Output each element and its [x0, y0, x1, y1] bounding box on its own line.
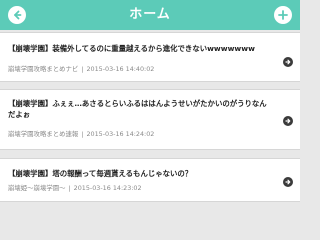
chevron-right-icon[interactable]: [283, 57, 293, 67]
arrow-left-icon: [14, 10, 22, 20]
page-title: ホーム: [129, 7, 171, 22]
article-source: 崩壊姫～崩壊学園～: [8, 184, 66, 192]
article-source: 崩壊学園攻略まとめナビ: [8, 65, 79, 73]
article-meta: 崩壊学園攻略まとめ速報 | 2015-03-16 14:24:02: [8, 130, 268, 138]
article-meta: 崩壊学園攻略まとめナビ | 2015-03-16 14:40:02: [8, 65, 268, 73]
plus-icon: [278, 10, 288, 20]
article-date: 2015-03-16 14:40:02: [86, 65, 155, 73]
article-date: 2015-03-16 14:24:02: [86, 130, 155, 138]
meta-separator: |: [81, 130, 84, 138]
article-title: 【崩壊学園】ふぇぇ…あさるとらいふるははんようせいがたかいのがうりなんだよぉ: [8, 99, 267, 119]
list-item[interactable]: 【崩壊学園】塔の報酬って毎週貰えるもんじゃないの？ 崩壊姫～崩壊学園～ | 2015…: [0, 158, 300, 202]
back-button[interactable]: [8, 6, 26, 24]
meta-separator: |: [81, 65, 84, 73]
navigation-bar: ホーム: [0, 0, 300, 30]
chevron-right-icon[interactable]: [283, 116, 293, 126]
article-date: 2015-03-16 14:23:02: [73, 184, 142, 192]
article-source: 崩壊学園攻略まとめ速報: [8, 130, 79, 138]
article-meta: 崩壊姫～崩壊学園～ | 2015-03-16 14:23:02: [8, 184, 268, 192]
article-title: 【崩壊学園】装備外してるのに重量越えるから進化できないwwwwwww: [8, 44, 255, 53]
meta-separator: |: [68, 184, 71, 192]
add-button[interactable]: [274, 6, 292, 24]
list-item[interactable]: 【崩壊学園】装備外してるのに重量越えるから進化できないwwwwwww 崩壊学園攻…: [0, 32, 300, 82]
chevron-right-icon[interactable]: [283, 177, 293, 187]
article-title: 【崩壊学園】塔の報酬って毎週貰えるもんじゃないの？: [8, 169, 193, 178]
list-item[interactable]: 【崩壊学園】ふぇぇ…あさるとらいふるははんようせいがたかいのがうりなんだよぉ 崩…: [0, 89, 300, 150]
